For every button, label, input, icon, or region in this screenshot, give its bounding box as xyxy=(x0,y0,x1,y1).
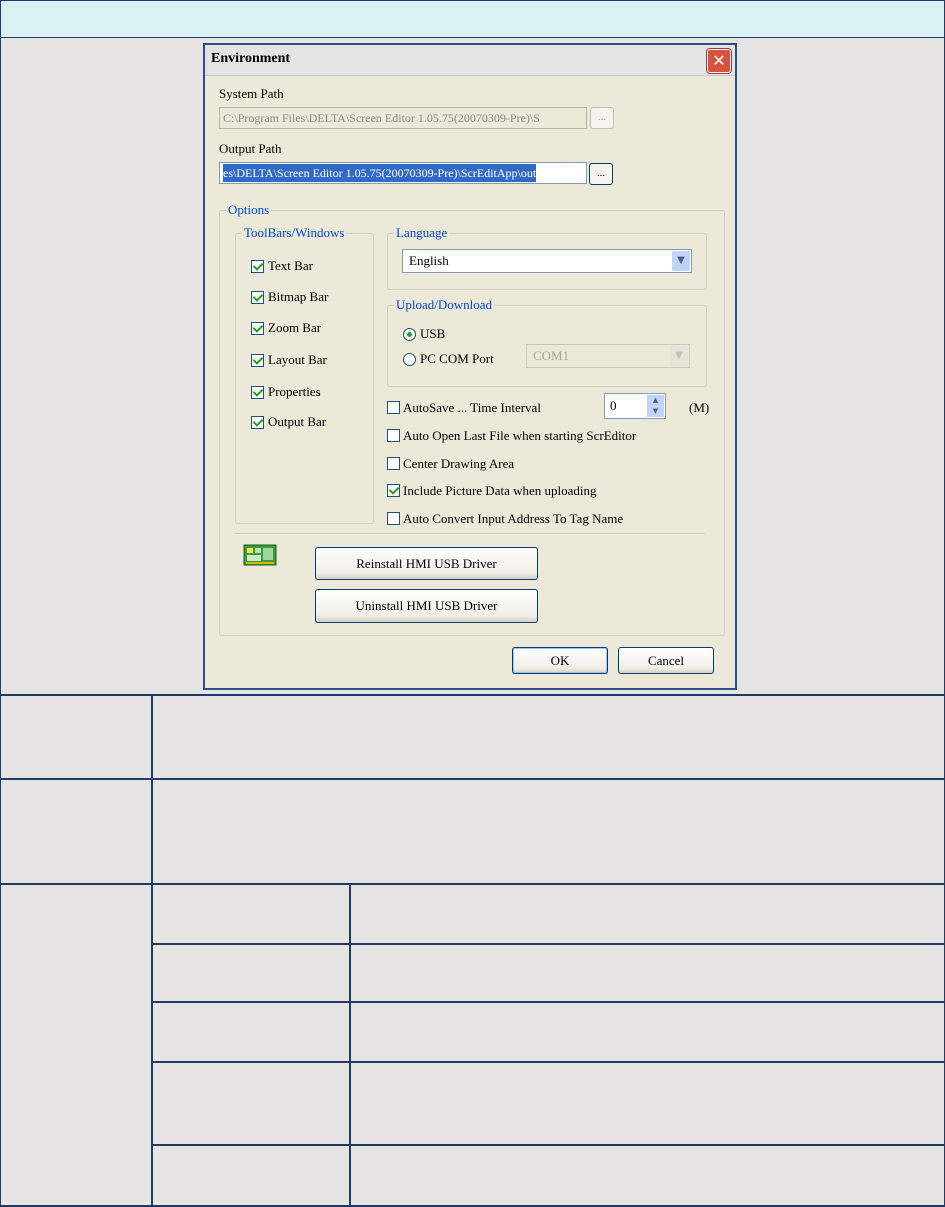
include-picture-data-label: Include Picture Data when uploading xyxy=(403,483,597,498)
language-title: Language xyxy=(394,225,450,241)
text-bar-checkbox[interactable] xyxy=(251,260,264,273)
language-select[interactable]: English ▼ xyxy=(402,249,692,273)
table-row xyxy=(0,885,945,1205)
usb-driver-icon xyxy=(243,544,277,566)
autosave-label: AutoSave ... Time Interval xyxy=(403,400,541,415)
center-drawing-area-checkbox[interactable] xyxy=(387,457,400,470)
dialog-title: Environment xyxy=(211,51,291,66)
system-path-field[interactable]: C:\Program Files\DELTA\Screen Editor 1.0… xyxy=(219,107,587,129)
sub-row-divider xyxy=(152,943,945,945)
pc-com-port-radio[interactable] xyxy=(403,353,416,366)
chevron-down-icon[interactable]: ▼ xyxy=(670,346,688,366)
sub-row-divider xyxy=(152,1001,945,1003)
environment-dialog: Environment ✕ System Path C:\Program Fil… xyxy=(203,43,737,690)
com-port-value: COM1 xyxy=(533,348,570,363)
autosave-unit: (M) xyxy=(689,400,710,415)
options-separator xyxy=(235,533,705,534)
options-title: Options xyxy=(226,202,272,218)
output-path-browse-button[interactable]: ... xyxy=(589,163,613,185)
ok-button[interactable]: OK xyxy=(512,647,608,674)
properties-checkbox[interactable] xyxy=(251,386,264,399)
output-path-label: Output Path xyxy=(219,141,282,156)
properties-label: Properties xyxy=(268,384,321,399)
stepper-buttons[interactable]: ▲ ▼ xyxy=(647,395,664,417)
language-value: English xyxy=(409,253,449,268)
usb-radio[interactable] xyxy=(403,328,416,341)
toolbars-title: ToolBars/Windows xyxy=(242,225,347,241)
zoom-bar-checkbox[interactable] xyxy=(251,322,264,335)
close-button[interactable]: ✕ xyxy=(707,49,731,73)
com-port-select[interactable]: COM1 ▼ xyxy=(526,344,690,368)
zoom-bar-label: Zoom Bar xyxy=(268,320,322,335)
auto-convert-address-label: Auto Convert Input Address To Tag Name xyxy=(403,511,624,526)
cancel-button[interactable]: Cancel xyxy=(618,647,714,674)
auto-open-last-file-checkbox[interactable] xyxy=(387,429,400,442)
spin-down-icon[interactable]: ▼ xyxy=(647,406,664,417)
layout-bar-label: Layout Bar xyxy=(268,352,327,367)
sub-row-divider xyxy=(152,1144,945,1146)
spin-up-icon[interactable]: ▲ xyxy=(647,395,664,406)
reinstall-usb-driver-button[interactable]: Reinstall HMI USB Driver xyxy=(315,547,538,580)
pc-com-port-label: PC COM Port xyxy=(420,351,494,366)
bitmap-bar-label: Bitmap Bar xyxy=(268,289,329,304)
output-path-value: es\DELTA\Screen Editor 1.05.75(20070309-… xyxy=(223,164,537,182)
sub-row-divider xyxy=(152,1061,945,1063)
output-bar-label: Output Bar xyxy=(268,414,327,429)
table-row xyxy=(0,780,945,883)
output-bar-checkbox[interactable] xyxy=(251,416,264,429)
system-path-label: System Path xyxy=(219,86,284,101)
autosave-checkbox[interactable] xyxy=(387,401,400,414)
table-header-band xyxy=(0,0,945,39)
table-row xyxy=(0,696,945,778)
toolbars-group: ToolBars/Windows xyxy=(235,225,374,524)
layout-bar-checkbox[interactable] xyxy=(251,354,264,367)
bitmap-bar-checkbox[interactable] xyxy=(251,291,264,304)
text-bar-label: Text Bar xyxy=(268,258,313,273)
auto-open-last-file-label: Auto Open Last File when starting ScrEdi… xyxy=(403,428,637,443)
usb-label: USB xyxy=(420,326,446,341)
column-divider xyxy=(151,696,153,1207)
output-path-field[interactable]: es\DELTA\Screen Editor 1.05.75(20070309-… xyxy=(219,162,587,184)
autosave-interval-value: 0 xyxy=(610,398,617,413)
center-drawing-area-label: Center Drawing Area xyxy=(403,456,515,471)
system-path-browse-button[interactable]: ... xyxy=(590,107,614,129)
auto-convert-address-checkbox[interactable] xyxy=(387,512,400,525)
dialog-titlebar: Environment ✕ xyxy=(205,45,735,76)
upload-download-title: Upload/Download xyxy=(394,297,495,313)
autosave-interval-stepper[interactable]: 0 ▲ ▼ xyxy=(604,393,666,419)
include-picture-data-checkbox[interactable] xyxy=(387,484,400,497)
uninstall-usb-driver-button[interactable]: Uninstall HMI USB Driver xyxy=(315,589,538,623)
column-divider xyxy=(349,885,351,1207)
chevron-down-icon[interactable]: ▼ xyxy=(672,251,690,271)
